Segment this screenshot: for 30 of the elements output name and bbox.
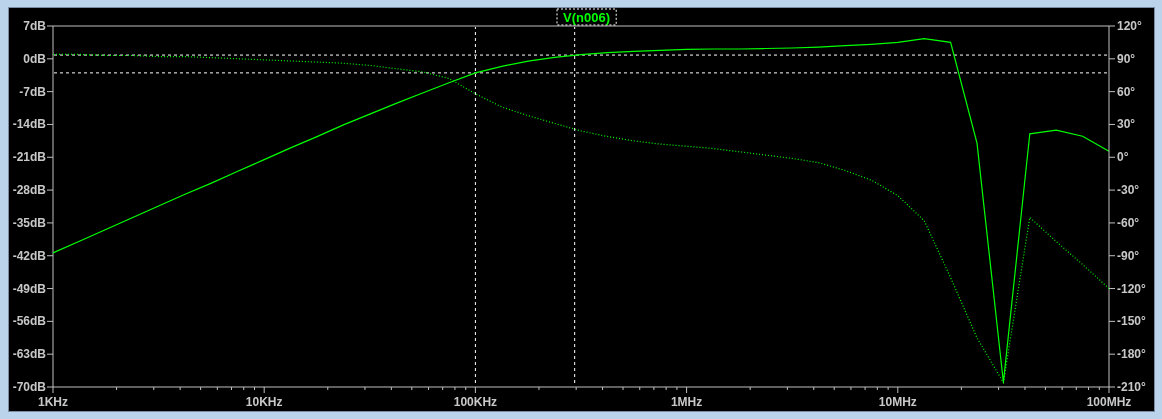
axis-label: 30°: [1117, 117, 1136, 132]
axis-label: -120°: [1117, 281, 1146, 296]
axis-label: -42dB: [12, 248, 46, 263]
axis-label: 10KHz: [245, 395, 283, 409]
axis-label: -56dB: [12, 314, 46, 329]
axis-label: 10MHz: [878, 395, 917, 409]
axis-label: -60°: [1117, 215, 1140, 230]
axis-label: 1KHz: [38, 395, 68, 409]
axis-label: -90°: [1117, 248, 1140, 263]
axis-label: 90°: [1117, 51, 1136, 66]
axis-label: 7dB: [23, 19, 46, 33]
axis-label: 120°: [1117, 19, 1142, 33]
axis-label: -70dB: [12, 380, 46, 394]
axis-label: -150°: [1117, 314, 1146, 329]
axis-label: -210°: [1117, 380, 1146, 394]
axis-label: -35dB: [12, 215, 46, 230]
axis-label: -14dB: [12, 117, 46, 132]
axis-label: 100MHz: [1086, 395, 1132, 409]
axis-label: 0dB: [23, 51, 46, 66]
axis-label: -21dB: [12, 150, 46, 165]
axis-label: 100KHz: [453, 395, 498, 409]
axis-label: -63dB: [12, 347, 46, 362]
axis-label: -28dB: [12, 183, 46, 198]
axis-label: 60°: [1117, 84, 1136, 99]
axis-label: -7dB: [19, 84, 46, 99]
axis-label: 0°: [1117, 150, 1129, 165]
axis-label: -30°: [1117, 183, 1140, 198]
axis-label: 1MHz: [670, 395, 703, 409]
axis-label: -180°: [1117, 347, 1146, 362]
axis-label: -49dB: [12, 281, 46, 296]
